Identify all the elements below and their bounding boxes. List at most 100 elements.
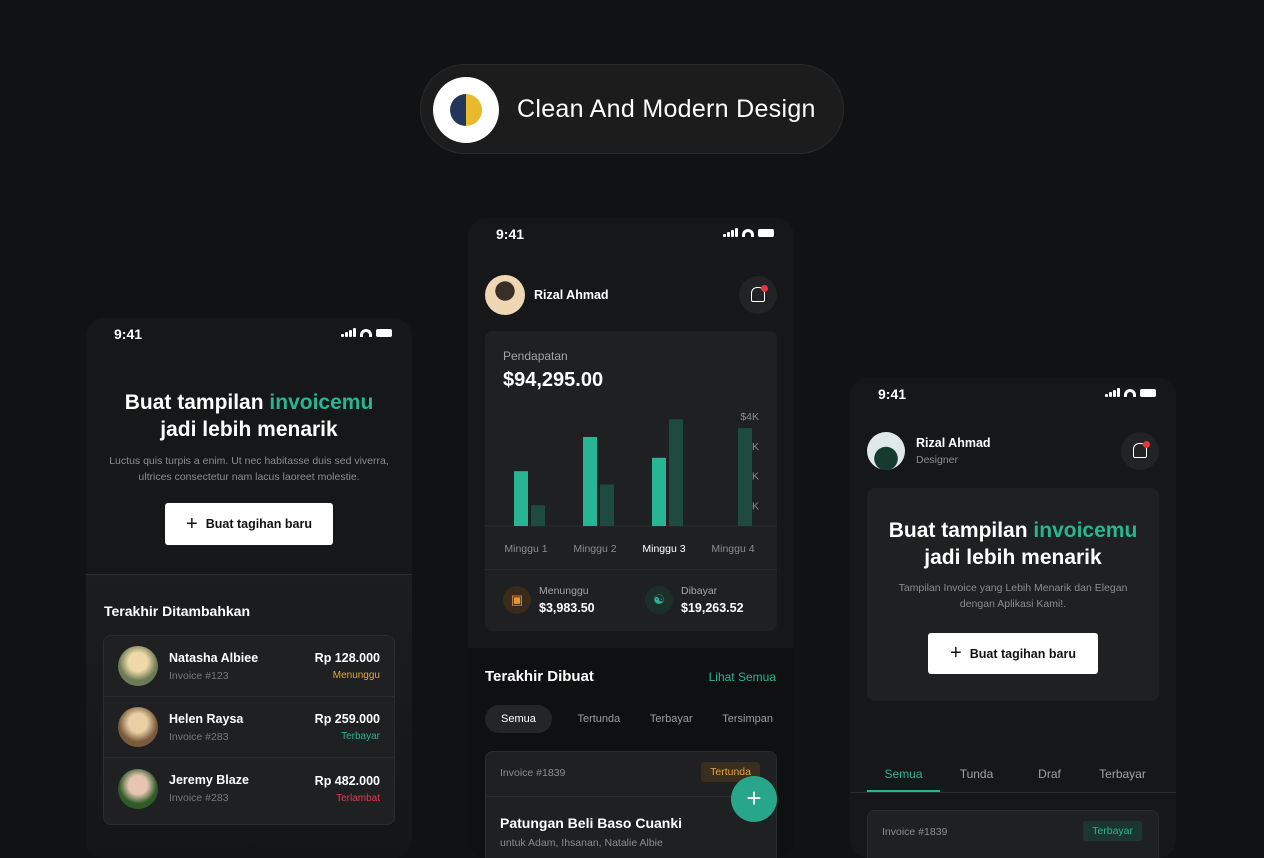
income-label: Pendapatan	[503, 349, 568, 363]
user-role: Designer	[916, 454, 959, 466]
create-invoice-button[interactable]: + Buat tagihan baru	[928, 633, 1098, 674]
moon-icon	[450, 94, 482, 126]
avatar[interactable]	[867, 432, 905, 470]
avatar	[118, 768, 158, 809]
banner-title: Clean And Modern Design	[517, 95, 816, 123]
y-tick-label: $4K	[740, 411, 759, 423]
filter-tabs: Semua Tertunda Terbayar Tersimpan	[485, 704, 777, 734]
tab-tunda[interactable]: Tunda	[940, 762, 1013, 792]
headline-part: jadi lebih menarik	[924, 546, 1102, 569]
notification-bell-icon[interactable]	[739, 276, 777, 314]
status-text: Menunggu	[332, 670, 380, 681]
bar	[583, 436, 597, 526]
add-fab-button[interactable]: +	[731, 776, 777, 822]
bar	[738, 428, 752, 526]
battery-icon	[1140, 388, 1156, 397]
headline-accent: invoicemu	[269, 391, 374, 414]
client-name: Jeremy Blaze	[169, 773, 249, 787]
status-time: 9:41	[114, 326, 143, 342]
signal-icon	[1105, 388, 1120, 397]
tab-semua[interactable]: Semua	[485, 705, 552, 733]
money-hand-icon: ☯	[645, 586, 673, 614]
invoice-number: Invoice #1839	[500, 767, 566, 779]
divider	[850, 792, 1176, 793]
receipt-icon: ▣	[503, 586, 531, 614]
button-label: Buat tagihan baru	[969, 646, 1076, 661]
filter-tabs: Semua Tunda Draf Terbayar	[867, 762, 1159, 792]
list-item[interactable]: Helen Raysa Invoice #283 Rp 259.000 Terbay…	[104, 697, 394, 758]
waiting-value: $3,983.50	[539, 601, 595, 615]
battery-icon	[376, 328, 392, 337]
middle-phone: 9:41 Rizal Ahmad Pendapatan $94,295.00 $…	[468, 218, 794, 858]
banner: Clean And Modern Design	[420, 64, 844, 154]
hero-headline: Buat tampilan invoicemu jadi lebih menari…	[867, 517, 1159, 571]
tab-tersimpan[interactable]: Tersimpan	[718, 705, 777, 733]
user-name: Rizal Ahmad	[916, 436, 991, 450]
income-value: $94,295.00	[503, 369, 604, 391]
signal-icon	[723, 228, 738, 237]
right-phone: 9:41 Rizal Ahmad Designer Buat tampilan …	[850, 378, 1176, 858]
headline-part: Buat tampilan	[888, 519, 1034, 542]
hero-description: Tampilan Invoice yang Lebih Menarik dan …	[898, 582, 1128, 610]
invoice-number: Invoice #1839	[882, 826, 948, 838]
wifi-icon	[360, 328, 372, 337]
bar	[669, 419, 683, 526]
list-item[interactable]: Jeremy Blaze Invoice #283 Rp 482.000 Terla…	[104, 758, 394, 819]
notification-bell-icon[interactable]	[1121, 432, 1159, 470]
paid-label: Dibayar	[681, 585, 718, 597]
invoice-number: Invoice #283	[169, 792, 229, 804]
status-badge: Terbayar	[1083, 821, 1142, 841]
amount: Rp 128.000	[314, 651, 380, 665]
list-item[interactable]: Natasha Albiee Invoice #123 Rp 128.000 Men…	[104, 636, 394, 697]
tab-terbayar[interactable]: Terbayar	[646, 705, 697, 733]
create-invoice-button[interactable]: + Buat tagihan baru	[165, 503, 333, 545]
wifi-icon	[1124, 388, 1136, 397]
status-bar: 9:41	[850, 378, 1176, 418]
x-tick-label: Minggu 3	[642, 543, 685, 555]
headline-accent: invoicemu	[1033, 519, 1138, 542]
x-tick-label: Minggu 1	[504, 543, 547, 555]
status-text: Terbayar	[341, 731, 380, 742]
invoice-number: Invoice #123	[169, 669, 229, 682]
banner-logo	[433, 77, 499, 143]
recent-created-section: Terakhir Dibuat Lihat Semua Semua Tertund…	[468, 648, 794, 858]
avatar	[118, 646, 158, 686]
battery-icon	[758, 228, 774, 237]
user-name: Rizal Ahmad	[534, 288, 609, 302]
client-name: Natasha Albiee	[169, 650, 259, 665]
hero-headline: Buat tampilan invoicemu jadi lebih menari…	[86, 389, 412, 443]
section-title: Terakhir Ditambahkan	[104, 603, 251, 619]
bar	[531, 505, 545, 526]
bar	[652, 457, 666, 526]
status-bar: 9:41	[86, 318, 412, 358]
avatar[interactable]	[485, 275, 525, 315]
status-text: Terlambat	[336, 792, 380, 804]
divider	[485, 569, 777, 570]
tab-terbayar[interactable]: Terbayar	[1086, 762, 1159, 792]
signal-icon	[341, 328, 356, 337]
recent-list: Natasha Albiee Invoice #123 Rp 128.000 Men…	[103, 635, 395, 825]
bar	[514, 471, 528, 526]
income-chart: $1K$2K$3K$4KMinggu 1Minggu 2Minggu 3Ming…	[485, 411, 777, 555]
amount: Rp 482.000	[314, 773, 380, 788]
amount: Rp 259.000	[314, 712, 380, 726]
plus-icon: +	[950, 642, 962, 664]
x-tick-label: Minggu 4	[711, 543, 754, 555]
client-name: Helen Raysa	[169, 711, 244, 726]
avatar	[118, 707, 158, 747]
tab-semua[interactable]: Semua	[867, 762, 940, 792]
headline-part: jadi lebih menarik	[160, 418, 338, 441]
income-card: Pendapatan $94,295.00 $1K$2K$3K$4KMinggu…	[485, 331, 777, 631]
see-all-link[interactable]: Lihat Semua	[709, 670, 776, 684]
hero-description: Luctus quis turpis a enim. Ut nec habita…	[109, 455, 389, 483]
tab-tertunda[interactable]: Tertunda	[573, 705, 624, 733]
paid-value: $19,263.52	[681, 601, 744, 615]
invoice-card[interactable]: Invoice #1839 Terbayar	[867, 810, 1159, 858]
tab-draf[interactable]: Draf	[1013, 762, 1086, 792]
waiting-label: Menunggu	[539, 585, 589, 597]
status-bar: 9:41	[468, 218, 794, 258]
x-tick-label: Minggu 2	[573, 543, 616, 555]
invoice-title: Patungan Beli Baso Cuanki	[500, 815, 683, 831]
left-phone: 9:41 Buat tampilan invoicemu jadi lebih m…	[86, 318, 412, 858]
status-time: 9:41	[496, 226, 525, 242]
